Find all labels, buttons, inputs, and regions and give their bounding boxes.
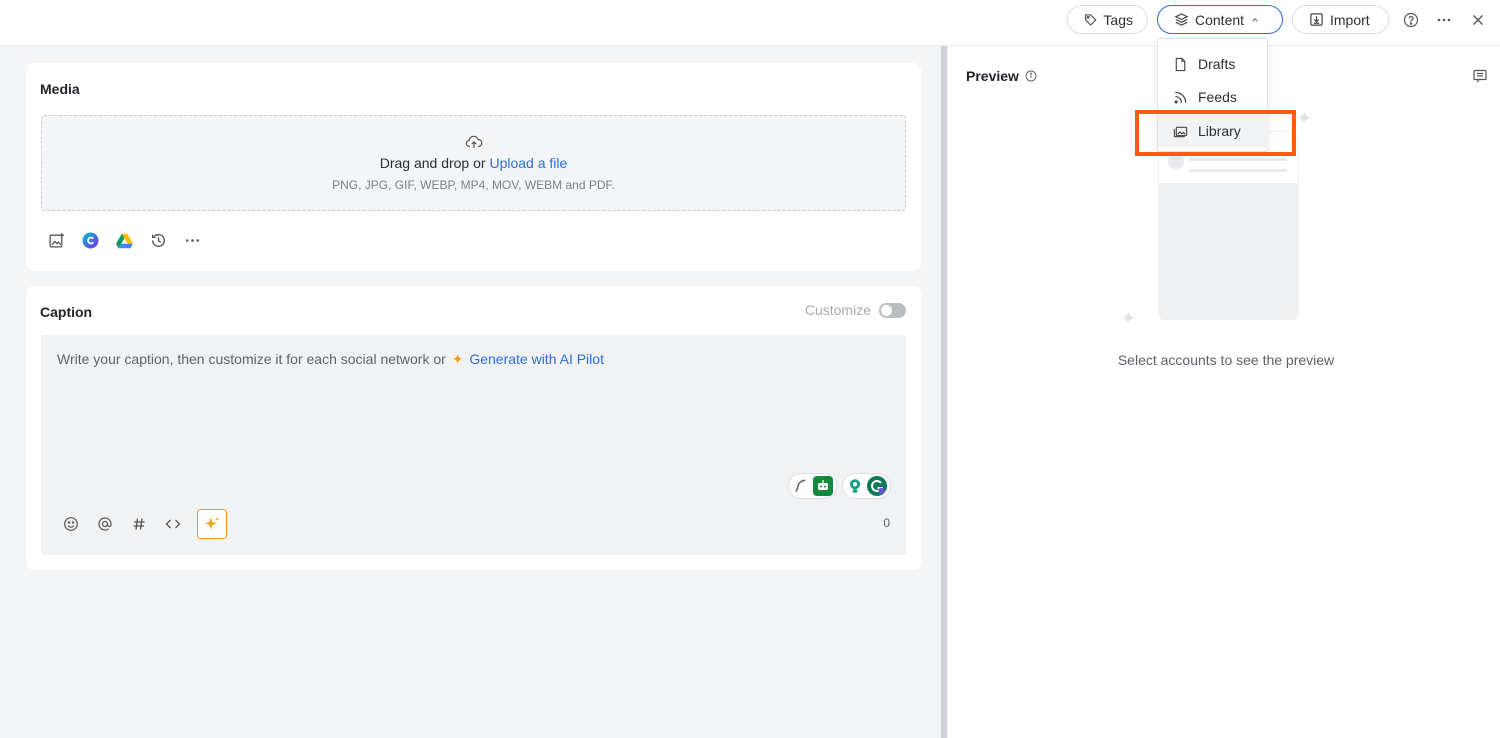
code-button[interactable] [163, 514, 183, 534]
writing-assistant-badge[interactable] [788, 473, 837, 499]
canva-icon [82, 232, 98, 248]
feather-icon [795, 479, 806, 493]
more-icon [1437, 18, 1451, 22]
tags-label: Tags [1103, 11, 1133, 28]
customize-control: Customize [805, 302, 906, 318]
panel-splitter[interactable] [940, 46, 948, 738]
content-menu: Drafts Feeds Library [1157, 38, 1268, 152]
empty-preview-text: Select accounts to see the preview [1117, 352, 1335, 368]
import-label: Import [1330, 11, 1370, 28]
caption-placeholder: Write your caption, then customize it fo… [57, 351, 604, 368]
generate-ai-link[interactable]: Generate with AI Pilot [469, 351, 604, 367]
emoji-button[interactable] [61, 514, 81, 534]
chevron-up-icon [1252, 17, 1258, 22]
history-button[interactable] [148, 230, 168, 250]
comment-icon[interactable] [1472, 68, 1488, 84]
media-card: Media Drag and drop or Upload a file PNG… [26, 63, 921, 271]
code-icon [165, 519, 181, 529]
content-label: Content [1195, 11, 1245, 28]
splitter-handle[interactable] [941, 46, 947, 738]
ai-pilot-button[interactable] [197, 509, 227, 539]
help-button[interactable] [1400, 9, 1422, 31]
grammarly-icon [867, 476, 887, 496]
caption-input[interactable]: Write your caption, then customize it fo… [41, 335, 906, 555]
menu-item-drafts[interactable]: Drafts [1158, 48, 1268, 80]
decorative-sparkle-icon: ✦ [1120, 308, 1137, 330]
preview-title-text: Preview [966, 68, 1019, 84]
import-button[interactable]: Import [1292, 5, 1389, 34]
drop-text: Drag and drop or [379, 155, 486, 171]
add-image-icon [48, 232, 64, 248]
dropzone-text: Drag and drop or Upload a file [42, 155, 905, 171]
customize-toggle[interactable] [879, 302, 906, 318]
emoji-icon [64, 517, 78, 531]
menu-item-label: Drafts [1198, 56, 1236, 72]
import-icon [1310, 13, 1323, 26]
empty-preview-illustration [1158, 131, 1299, 320]
more-media-button[interactable] [182, 230, 202, 250]
lightbulb-icon [849, 479, 861, 493]
help-icon [1403, 12, 1419, 28]
content-button[interactable]: Content [1157, 5, 1283, 34]
layers-icon [1174, 13, 1189, 26]
placeholder-text: Write your caption, then customize it fo… [57, 351, 446, 367]
rss-icon [1174, 91, 1187, 103]
media-dropzone[interactable]: Drag and drop or Upload a file PNG, JPG,… [41, 115, 906, 211]
caption-toolbar [61, 509, 227, 539]
menu-item-label: Library [1198, 123, 1241, 139]
add-image-button[interactable] [46, 230, 66, 250]
ai-sparkle-icon [204, 516, 220, 530]
hashtag-button[interactable] [129, 514, 149, 534]
tag-icon [1085, 14, 1097, 26]
file-icon [1175, 57, 1186, 71]
extension-badges [788, 473, 891, 499]
menu-item-label: Feeds [1198, 89, 1237, 105]
supported-formats: PNG, JPG, GIF, WEBP, MP4, MOV, WEBM and … [332, 178, 615, 192]
close-icon [1473, 15, 1483, 25]
history-icon [151, 233, 165, 247]
menu-item-library[interactable]: Library [1158, 115, 1268, 147]
menu-item-feeds[interactable]: Feeds [1158, 81, 1268, 113]
cloud-upload-icon [465, 135, 483, 148]
customize-label: Customize [804, 302, 871, 318]
library-icon [1173, 126, 1188, 137]
google-drive-icon [115, 233, 133, 248]
media-toolbar [46, 230, 202, 250]
upload-file-link[interactable]: Upload a file [489, 155, 567, 171]
google-drive-button[interactable] [114, 230, 134, 250]
more-icon [185, 238, 199, 242]
grammarly-badge[interactable] [842, 473, 891, 499]
caption-card: Caption Customize Write your caption, th… [26, 286, 921, 570]
bot-icon [813, 476, 833, 496]
media-title: Media [40, 81, 80, 97]
info-icon[interactable] [1025, 70, 1037, 82]
decorative-sparkle-icon: ✦ [1296, 108, 1313, 130]
caption-title: Caption [40, 304, 93, 320]
preview-title: Preview [966, 68, 1037, 84]
at-sign-icon [98, 517, 112, 531]
hashtag-icon [133, 518, 145, 530]
sparkle-icon: ✦ [451, 351, 464, 367]
tags-button[interactable]: Tags [1067, 5, 1148, 34]
top-bar: Tags Content Import [0, 0, 1500, 46]
canva-button[interactable] [80, 230, 100, 250]
more-button[interactable] [1433, 9, 1455, 31]
character-count: 0 [883, 516, 890, 530]
mention-button[interactable] [95, 514, 115, 534]
close-button[interactable] [1467, 9, 1489, 31]
